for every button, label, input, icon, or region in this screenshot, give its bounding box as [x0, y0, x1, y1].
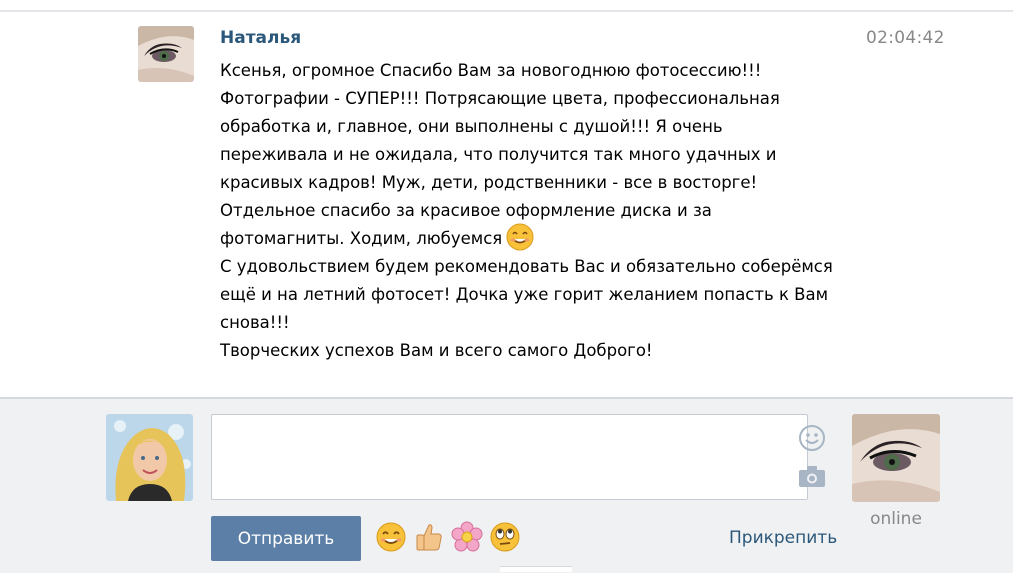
thumbs-up-icon[interactable]: [413, 521, 445, 553]
smile-emoji-icon: [506, 223, 534, 251]
message-line-with-smiley: фотомагниты. Ходим, любуемся: [220, 223, 860, 253]
message-line: красивых кадров! Муж, дети, родственники…: [220, 173, 758, 192]
sender-name[interactable]: Наталья: [220, 28, 301, 48]
message-input[interactable]: [211, 414, 808, 500]
message-line: обработка и, главное, они выполнены с ду…: [220, 117, 723, 136]
message-body: Ксенья, огромное Спасибо Вам за новогодн…: [220, 57, 860, 365]
flower-emoji-icon[interactable]: [451, 521, 483, 553]
message-line: ещё и на летний фотосет! Дочка уже горит…: [220, 285, 829, 304]
message-line: переживала и не ожидала, что получится т…: [220, 145, 777, 164]
sender-avatar-image: [138, 26, 194, 82]
attach-link[interactable]: Прикрепить: [729, 528, 837, 548]
message-line: снова!!!: [220, 313, 290, 332]
my-avatar[interactable]: [106, 414, 193, 501]
message-line: Ксенья, огромное Спасибо Вам за новогодн…: [220, 61, 762, 80]
sender-avatar[interactable]: [138, 26, 194, 82]
emoji-picker-icon[interactable]: [798, 424, 826, 452]
bottom-tab: [500, 566, 572, 572]
message-line-text: фотомагниты. Ходим, любуемся: [220, 229, 503, 248]
smile-emoji-icon[interactable]: [375, 521, 407, 553]
message-line: С удовольствием будем рекомендовать Вас …: [220, 257, 833, 276]
message-line: Отдельное спасибо за красивое оформление…: [220, 201, 712, 220]
peer-avatar-image: [852, 414, 940, 502]
message-line: Творческих успехов Вам и всего самого До…: [220, 341, 653, 360]
send-button[interactable]: Отправить: [211, 516, 361, 561]
online-status: online: [870, 509, 922, 529]
rolling-eyes-emoji-icon[interactable]: [489, 521, 521, 553]
camera-icon[interactable]: [798, 465, 826, 489]
message-timestamp: 02:04:42: [866, 28, 945, 48]
my-avatar-image: [106, 414, 193, 501]
peer-avatar[interactable]: [852, 414, 940, 502]
compose-panel: online Отправить Прикрепить: [0, 397, 1013, 573]
message-line: Фотографии - СУПЕР!!! Потрясающие цвета,…: [220, 89, 780, 108]
